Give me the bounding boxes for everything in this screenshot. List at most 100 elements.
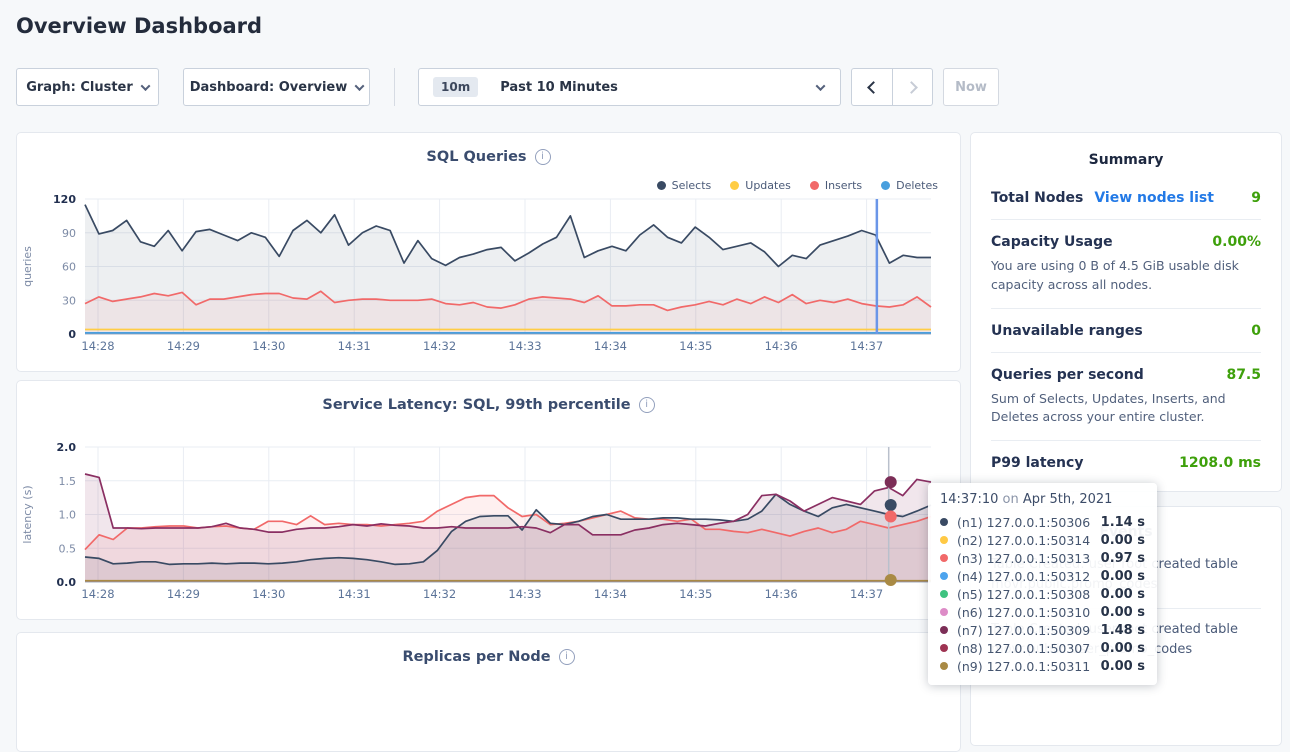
replicas-per-node-chart-card: Replicas per Node i	[16, 632, 961, 752]
svg-text:2.0: 2.0	[57, 441, 77, 454]
capacity-usage-label: Capacity Usage	[991, 234, 1113, 250]
svg-text:14:30: 14:30	[252, 339, 285, 353]
controls-divider	[394, 68, 395, 106]
now-button[interactable]: Now	[943, 68, 999, 106]
svg-text:14:31: 14:31	[338, 339, 371, 353]
tooltip-date: Apr 5th, 2021	[1023, 492, 1113, 507]
tooltip-time: 14:37:10	[940, 492, 998, 507]
summary-row-p99: P99 latency 1208.0 ms	[991, 441, 1261, 484]
capacity-usage-subtext: You are using 0 B of 4.5 GiB usable disk…	[991, 257, 1261, 295]
dashboard-dropdown-label: Dashboard: Overview	[190, 80, 348, 95]
chevron-down-icon	[140, 81, 150, 91]
tooltip-node-value: 0.00 s	[1101, 533, 1145, 548]
svg-text:latency (s): latency (s)	[21, 485, 34, 543]
time-range-pager	[851, 68, 933, 106]
dashboard-controls: Graph: Cluster Dashboard: Overview 10m P…	[16, 68, 999, 106]
tooltip-node-row: (n3) 127.0.0.1:503130.97 s	[940, 549, 1145, 567]
page-title: Overview Dashboard	[16, 14, 262, 38]
info-icon[interactable]: i	[559, 649, 575, 665]
unavailable-ranges-value: 0	[1251, 323, 1261, 339]
time-range-selector[interactable]: 10m Past 10 Minutes	[418, 68, 841, 106]
tooltip-node-row: (n1) 127.0.0.1:503061.14 s	[940, 513, 1145, 531]
view-nodes-list-link[interactable]: View nodes list	[1094, 190, 1214, 206]
qps-subtext: Sum of Selects, Updates, Inserts, and De…	[991, 390, 1261, 428]
p99-latency-label: P99 latency	[991, 455, 1083, 471]
qps-value: 87.5	[1226, 367, 1261, 383]
tooltip-node-label: (n5) 127.0.0.1:50308	[957, 587, 1090, 602]
time-prev-button[interactable]	[852, 69, 892, 105]
replicas-per-node-chart-title: Replicas per Node i	[17, 649, 960, 665]
svg-text:14:36: 14:36	[765, 587, 798, 601]
tooltip-node-value: 0.00 s	[1101, 587, 1145, 602]
tooltip-node-value: 1.14 s	[1101, 515, 1145, 530]
svg-text:1.5: 1.5	[59, 475, 77, 488]
total-nodes-value: 9	[1251, 190, 1261, 206]
svg-text:14:32: 14:32	[423, 339, 456, 353]
service-latency-chart-card: Service Latency: SQL, 99th percentile i …	[16, 380, 961, 620]
node-color-dot-icon	[940, 590, 948, 598]
tooltip-node-row: (n9) 127.0.0.1:50311 0.00 s	[940, 657, 1145, 675]
svg-text:0: 0	[68, 328, 76, 341]
tooltip-node-label: (n8) 127.0.0.1:50307	[957, 641, 1090, 656]
node-color-dot-icon	[940, 572, 948, 580]
time-range-badge: 10m	[433, 77, 478, 97]
chevron-right-icon	[905, 81, 918, 94]
tooltip-node-row: (n8) 127.0.0.1:50307 0.00 s	[940, 639, 1145, 657]
svg-text:14:28: 14:28	[81, 587, 114, 601]
svg-text:queries: queries	[21, 246, 34, 287]
chart-title-text: Replicas per Node	[402, 649, 550, 665]
tooltip-node-label: (n9) 127.0.0.1:50311	[957, 659, 1090, 674]
svg-text:14:33: 14:33	[508, 339, 541, 353]
p99-latency-value: 1208.0 ms	[1179, 455, 1261, 471]
tooltip-node-value: 0.97 s	[1101, 551, 1145, 566]
graph-scope-dropdown[interactable]: Graph: Cluster	[16, 68, 159, 106]
tooltip-node-value: 1.48 s	[1101, 623, 1145, 638]
node-color-dot-icon	[940, 608, 948, 616]
summary-row-unavailable-ranges: Unavailable ranges 0	[991, 309, 1261, 353]
svg-text:14:29: 14:29	[167, 339, 200, 353]
summary-row-capacity: Capacity Usage 0.00% You are using 0 B o…	[991, 220, 1261, 309]
node-color-dot-icon	[940, 554, 948, 562]
svg-text:14:35: 14:35	[679, 339, 712, 353]
qps-label: Queries per second	[991, 367, 1144, 383]
svg-text:14:34: 14:34	[594, 339, 627, 353]
tooltip-timestamp: 14:37:10 on Apr 5th, 2021	[940, 492, 1145, 507]
svg-text:0.5: 0.5	[59, 542, 77, 555]
chevron-left-icon	[867, 81, 880, 94]
summary-row-qps: Queries per second 87.5 Sum of Selects, …	[991, 353, 1261, 442]
svg-text:0.0: 0.0	[57, 576, 77, 589]
svg-text:14:35: 14:35	[679, 587, 712, 601]
tooltip-node-value: 0.00 s	[1101, 659, 1145, 674]
svg-text:14:37: 14:37	[850, 587, 883, 601]
sql-queries-plot[interactable]: 14:2814:2914:3014:3114:3214:3314:3414:35…	[17, 133, 962, 373]
total-nodes-label: Total Nodes	[991, 190, 1083, 206]
tooltip-node-value: 0.00 s	[1101, 641, 1145, 656]
tooltip-node-label: (n4) 127.0.0.1:50312	[957, 569, 1090, 584]
node-color-dot-icon	[940, 626, 948, 634]
dashboard-dropdown[interactable]: Dashboard: Overview	[183, 68, 370, 106]
svg-text:14:34: 14:34	[594, 587, 627, 601]
svg-text:14:32: 14:32	[423, 587, 456, 601]
svg-text:14:31: 14:31	[338, 587, 371, 601]
tooltip-on-text: on	[998, 492, 1022, 507]
capacity-usage-value: 0.00%	[1212, 234, 1261, 250]
node-color-dot-icon	[940, 518, 948, 526]
tooltip-node-value: 0.00 s	[1101, 605, 1145, 620]
svg-text:14:30: 14:30	[252, 587, 285, 601]
time-next-button[interactable]	[892, 69, 932, 105]
unavailable-ranges-label: Unavailable ranges	[991, 323, 1143, 339]
svg-text:60: 60	[62, 261, 76, 274]
svg-text:30: 30	[62, 294, 76, 307]
tooltip-node-row: (n6) 127.0.0.1:503100.00 s	[940, 603, 1145, 621]
svg-text:90: 90	[62, 227, 76, 240]
tooltip-node-row: (n4) 127.0.0.1:503120.00 s	[940, 567, 1145, 585]
tooltip-node-row: (n2) 127.0.0.1:503140.00 s	[940, 531, 1145, 549]
service-latency-plot[interactable]: 14:2814:2914:3014:3114:3214:3314:3414:35…	[17, 381, 962, 621]
svg-text:14:29: 14:29	[167, 587, 200, 601]
time-range-label: Past 10 Minutes	[500, 80, 618, 95]
chevron-down-icon	[355, 81, 365, 91]
svg-text:14:36: 14:36	[765, 339, 798, 353]
node-color-dot-icon	[940, 644, 948, 652]
tooltip-node-rows: (n1) 127.0.0.1:503061.14 s(n2) 127.0.0.1…	[940, 513, 1145, 675]
tooltip-node-row: (n5) 127.0.0.1:50308 0.00 s	[940, 585, 1145, 603]
